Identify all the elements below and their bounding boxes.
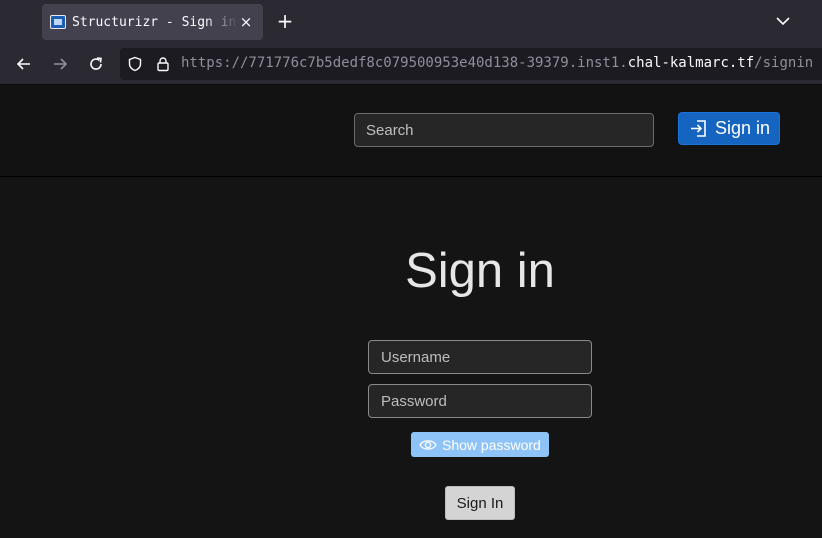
lock-icon[interactable]: [155, 56, 171, 72]
back-icon: [16, 58, 30, 70]
structurizr-favicon-icon: [50, 15, 66, 29]
header-sign-in-button[interactable]: Sign in: [678, 112, 780, 145]
username-field[interactable]: [368, 340, 592, 374]
reload-button[interactable]: [83, 52, 109, 76]
eye-icon: [419, 439, 437, 450]
show-password-button[interactable]: Show password: [411, 432, 549, 457]
url-prefix: https://771776c7b5dedf8c079500953e40d138…: [181, 55, 628, 71]
back-button[interactable]: [11, 52, 37, 76]
url-text[interactable]: https://771776c7b5dedf8c079500953e40d138…: [181, 55, 821, 71]
address-bar[interactable]: https://771776c7b5dedf8c079500953e40d138…: [120, 48, 822, 80]
header-sign-in-label: Sign in: [715, 118, 771, 138]
search-input[interactable]: [354, 113, 654, 147]
sign-in-icon: [691, 120, 706, 137]
forward-button[interactable]: [47, 52, 73, 76]
tab-close-button[interactable]: ×: [237, 13, 255, 31]
tab-title: Structurizr - Sign in: [72, 14, 237, 30]
site-header: Sign in: [0, 85, 822, 177]
password-field[interactable]: [368, 384, 592, 418]
url-host: chal-kalmarc.tf: [627, 55, 755, 71]
page-title: Sign in: [405, 244, 555, 298]
navigation-toolbar: https://771776c7b5dedf8c079500953e40d138…: [0, 44, 822, 85]
url-path: /signin: [754, 55, 814, 71]
chevron-down-icon[interactable]: [774, 12, 792, 30]
forward-icon: [54, 58, 68, 70]
show-password-label: Show password: [442, 436, 541, 453]
sign-in-submit-button[interactable]: Sign In: [445, 486, 515, 520]
reload-icon: [90, 57, 102, 70]
tab-bar: Structurizr - Sign in × +: [0, 0, 822, 44]
shield-icon[interactable]: [127, 56, 143, 72]
new-tab-button[interactable]: +: [274, 10, 296, 32]
tab-structurizr[interactable]: Structurizr - Sign in ×: [42, 4, 263, 40]
page-content: Sign in Sign in Show password Sign In: [0, 85, 822, 538]
